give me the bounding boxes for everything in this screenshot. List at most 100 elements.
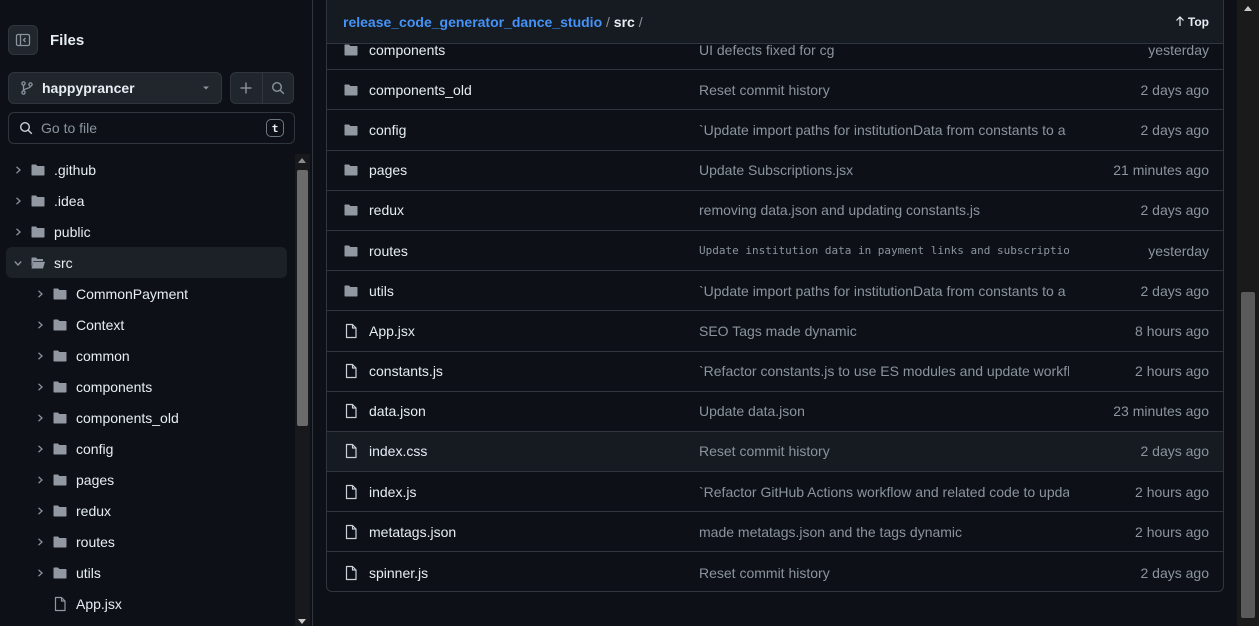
table-row[interactable]: pages Update Subscriptions.jsx 21 minutes …: [327, 151, 1223, 191]
back-to-top-link[interactable]: Top: [1175, 15, 1209, 29]
chevron-right-icon[interactable]: [32, 475, 48, 485]
tree-item-app-jsx[interactable]: App.jsx: [6, 588, 287, 619]
table-row[interactable]: App.jsx SEO Tags made dynamic 8 hours ago: [327, 311, 1223, 352]
tree-actions-group: [230, 72, 294, 104]
breadcrumb-repo-link[interactable]: release_code_generator_dance_studio: [343, 14, 602, 30]
tree-item-common[interactable]: common: [6, 340, 287, 371]
commit-time: 23 minutes ago: [1113, 403, 1209, 420]
tree-item-components-old[interactable]: components_old: [6, 402, 287, 433]
file-tree: .github .idea public src CommonPayment Contex…: [0, 154, 295, 619]
chevron-down-icon[interactable]: [10, 258, 26, 268]
commit-message-link[interactable]: SEO Tags made dynamic: [699, 323, 1069, 339]
table-row[interactable]: data.json Update data.json 23 minutes ago: [327, 392, 1223, 432]
file-name-link[interactable]: redux: [369, 202, 699, 218]
go-to-file-input[interactable]: [41, 120, 258, 136]
search-files-button[interactable]: [261, 73, 294, 103]
table-row[interactable]: spinner.js Reset commit history 2 days ago: [327, 552, 1223, 591]
add-file-button[interactable]: [231, 73, 262, 103]
commit-message-link[interactable]: Reset commit history: [699, 443, 1069, 459]
search-icon: [19, 121, 33, 135]
tree-item-pages[interactable]: pages: [6, 464, 287, 495]
collapse-sidebar-button[interactable]: [8, 25, 38, 55]
chevron-right-icon[interactable]: [32, 382, 48, 392]
chevron-right-icon[interactable]: [32, 506, 48, 516]
tree-item-public[interactable]: public: [6, 216, 287, 247]
table-row[interactable]: index.js `Refactor GitHub Actions workflo…: [327, 472, 1223, 513]
folder-icon: [52, 410, 68, 426]
table-row[interactable]: utils `Update import paths for institutio…: [327, 271, 1223, 312]
breadcrumb: release_code_generator_dance_studio / sr…: [343, 14, 643, 30]
tree-item-routes[interactable]: routes: [6, 526, 287, 557]
tree-item-utils[interactable]: utils: [6, 557, 287, 588]
sidebar-scrollbar[interactable]: [295, 154, 310, 626]
scroll-down-arrow-icon[interactable]: [298, 619, 306, 624]
chevron-right-icon[interactable]: [32, 444, 48, 454]
chevron-right-icon[interactable]: [32, 413, 48, 423]
tree-item-redux[interactable]: redux: [6, 495, 287, 526]
tree-item-idea[interactable]: .idea: [6, 185, 287, 216]
commit-time: 2 days ago: [1140, 81, 1210, 98]
tree-item-commonpayment[interactable]: CommonPayment: [6, 278, 287, 309]
chevron-right-icon[interactable]: [10, 227, 26, 237]
commit-time: 2 hours ago: [1135, 523, 1209, 540]
file-name-link[interactable]: index.css: [369, 443, 699, 459]
chevron-right-icon[interactable]: [32, 537, 48, 547]
commit-time: 2 days ago: [1140, 202, 1210, 219]
commit-message-link[interactable]: `Refactor GitHub Actions workflow and re…: [699, 484, 1069, 500]
file-name-link[interactable]: components_old: [369, 82, 699, 98]
chevron-right-icon[interactable]: [32, 351, 48, 361]
file-name-link[interactable]: App.jsx: [369, 323, 699, 339]
sticky-breadcrumb-bar: release_code_generator_dance_studio / sr…: [327, 0, 1223, 44]
tree-item-label: components: [76, 378, 153, 395]
commit-message-link[interactable]: Update institution data in payment links…: [699, 244, 1069, 257]
commit-message-link[interactable]: `Refactor constants.js to use ES modules…: [699, 363, 1069, 379]
file-name-link[interactable]: index.js: [369, 484, 699, 500]
commit-message-link[interactable]: `Update import paths for institutionData…: [699, 283, 1069, 299]
chevron-right-icon[interactable]: [32, 289, 48, 299]
folder-icon: [30, 224, 46, 240]
file-name-link[interactable]: routes: [369, 243, 699, 259]
sidebar-scrollbar-thumb[interactable]: [297, 170, 308, 426]
commit-message-link[interactable]: removing data.json and updating constant…: [699, 202, 1069, 218]
tree-item-github[interactable]: .github: [6, 154, 287, 185]
file-name-link[interactable]: pages: [369, 162, 699, 178]
table-row[interactable]: constants.js `Refactor constants.js to us…: [327, 352, 1223, 392]
tree-item-components[interactable]: components: [6, 371, 287, 402]
scroll-up-arrow-icon[interactable]: [298, 158, 306, 163]
table-row[interactable]: metatags.json made metatags.json and the …: [327, 512, 1223, 553]
page-scrollbar[interactable]: [1237, 0, 1259, 626]
commit-message-link[interactable]: made metatags.json and the tags dynamic: [699, 524, 1069, 540]
table-row[interactable]: components_old Reset commit history 2 days…: [327, 70, 1223, 111]
chevron-right-icon[interactable]: [10, 196, 26, 206]
tree-item-config[interactable]: config: [6, 433, 287, 464]
file-name-link[interactable]: constants.js: [369, 363, 699, 379]
chevron-right-icon[interactable]: [10, 165, 26, 175]
scroll-up-arrow-icon[interactable]: [1244, 6, 1252, 11]
folder-icon: [343, 122, 359, 138]
branch-selector-button[interactable]: happyprancer: [8, 72, 222, 104]
file-icon: [343, 403, 359, 419]
commit-message-link[interactable]: Reset commit history: [699, 565, 1069, 581]
tree-item-src[interactable]: src: [6, 247, 287, 278]
file-name-link[interactable]: data.json: [369, 403, 699, 419]
tree-item-label: common: [76, 347, 130, 364]
file-name-link[interactable]: config: [369, 122, 699, 138]
table-row[interactable]: redux removing data.json and updating con…: [327, 191, 1223, 231]
table-row[interactable]: index.css Reset commit history 2 days ago: [327, 431, 1223, 473]
table-row[interactable]: routes Update institution data in payment…: [327, 231, 1223, 272]
keyboard-shortcut-hint: t: [266, 119, 284, 137]
table-row[interactable]: config `Update import paths for instituti…: [327, 110, 1223, 151]
commit-message-link[interactable]: Update Subscriptions.jsx: [699, 162, 1069, 178]
chevron-right-icon[interactable]: [32, 320, 48, 330]
go-to-file-search[interactable]: t: [8, 112, 295, 144]
chevron-right-icon[interactable]: [32, 568, 48, 578]
commit-message-link[interactable]: Reset commit history: [699, 82, 1069, 98]
file-name-link[interactable]: utils: [369, 283, 699, 299]
file-name-link[interactable]: spinner.js: [369, 565, 699, 581]
commit-message-link[interactable]: `Update import paths for institutionData…: [699, 122, 1069, 138]
commit-message-link[interactable]: Update data.json: [699, 403, 1069, 419]
file-name-link[interactable]: metatags.json: [369, 524, 699, 540]
file-icon: [343, 323, 359, 339]
tree-item-context[interactable]: Context: [6, 309, 287, 340]
page-scrollbar-thumb[interactable]: [1241, 292, 1255, 618]
